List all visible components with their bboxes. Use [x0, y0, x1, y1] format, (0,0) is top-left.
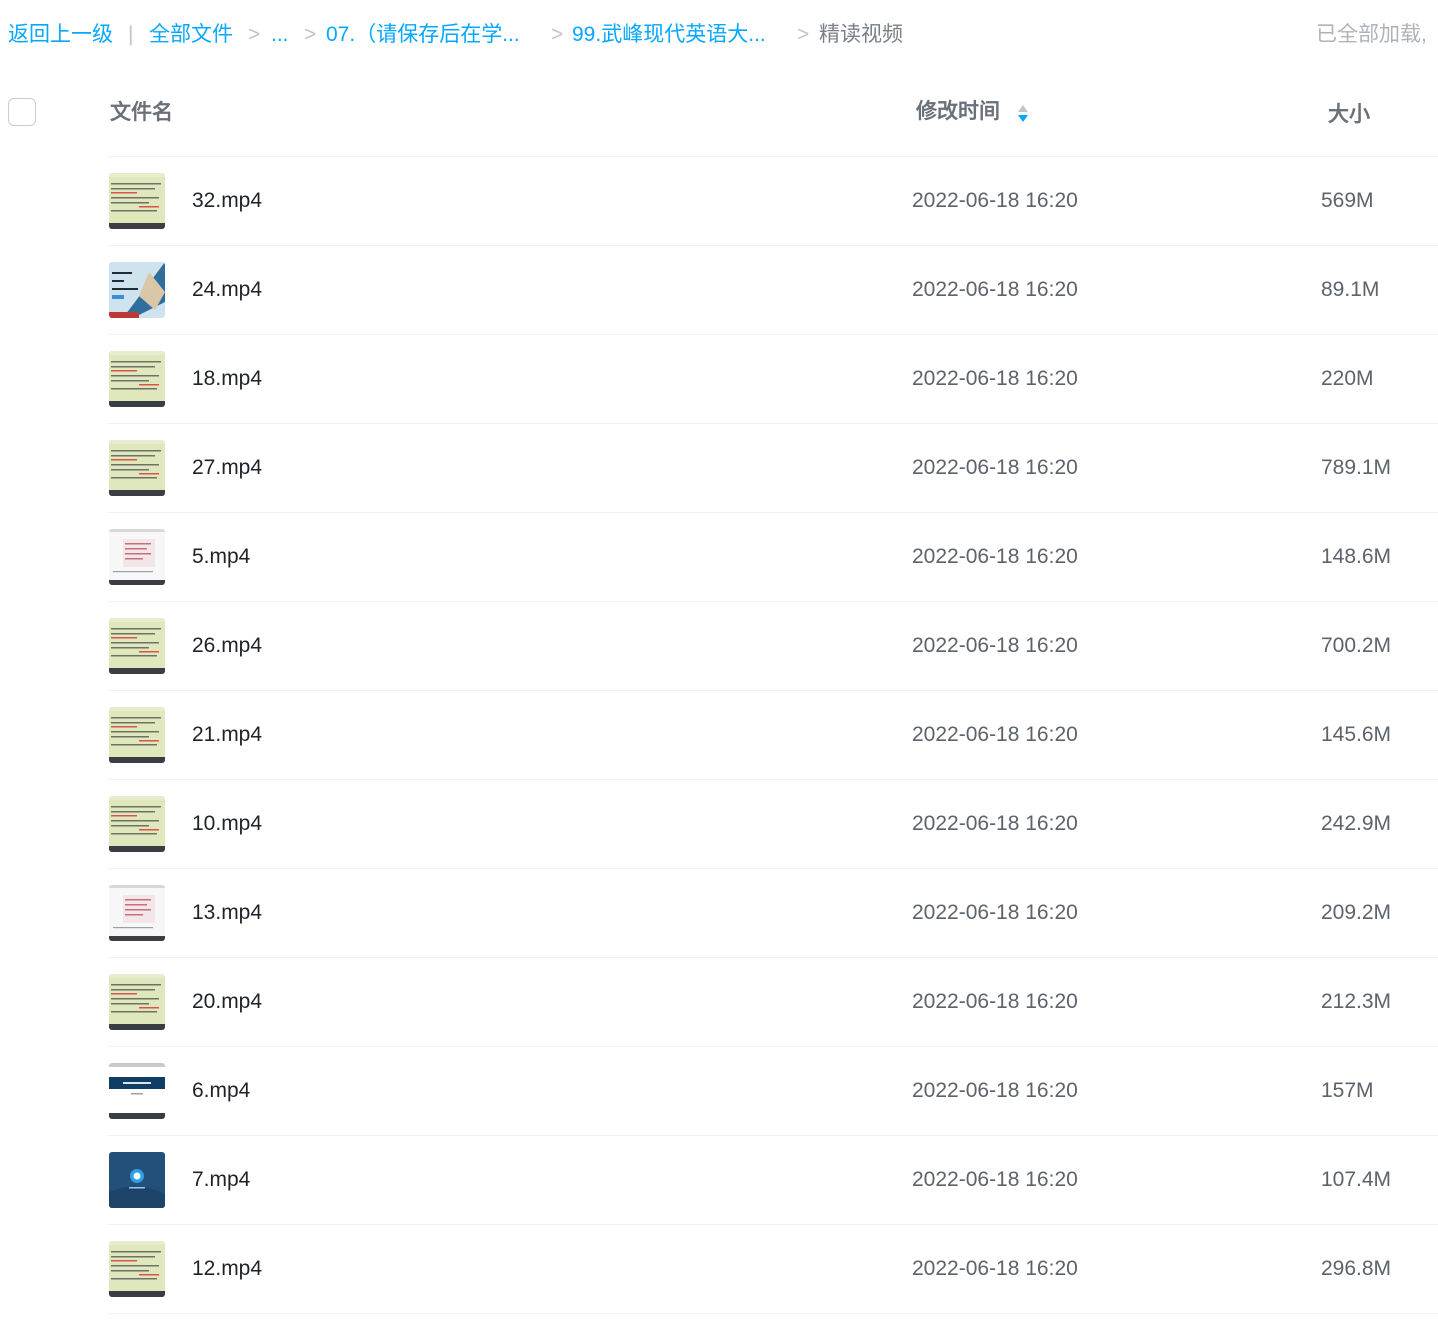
file-name[interactable]: 26.mp4 — [192, 633, 262, 659]
file-size: 148.6M — [1321, 545, 1392, 568]
breadcrumb-separator: > — [304, 23, 317, 46]
breadcrumb-current: 精读视频 — [819, 23, 903, 46]
file-row[interactable]: 26.mp4 2022-06-18 16:20 700.2M — [0, 602, 1438, 691]
file-size: 89.1M — [1321, 278, 1380, 301]
sort-icon[interactable] — [1016, 102, 1030, 124]
file-size: 569M — [1321, 189, 1374, 212]
file-name[interactable]: 24.mp4 — [192, 277, 262, 303]
breadcrumb-divider: | — [128, 23, 134, 46]
back-link[interactable]: 返回上一级 — [8, 20, 113, 50]
video-thumbnail[interactable] — [109, 262, 165, 318]
file-name[interactable]: 6.mp4 — [192, 1078, 250, 1104]
file-list-header: 文件名 修改时间 大小 — [0, 70, 1438, 156]
video-thumbnail[interactable] — [109, 173, 165, 229]
breadcrumb-separator: > — [797, 23, 810, 46]
file-row[interactable]: 13.mp4 2022-06-18 16:20 209.2M — [0, 869, 1438, 958]
video-thumbnail[interactable] — [109, 351, 165, 407]
file-size: 209.2M — [1321, 901, 1392, 924]
breadcrumb-separator: > — [248, 23, 261, 46]
file-row[interactable]: 32.mp4 2022-06-18 16:20 569M — [0, 157, 1438, 246]
column-name-header[interactable]: 文件名 — [110, 100, 173, 126]
file-row[interactable]: 27.mp4 2022-06-18 16:20 789.1M — [0, 424, 1438, 513]
file-size: 789.1M — [1321, 456, 1392, 479]
file-modified-time: 2022-06-18 16:20 — [912, 723, 1078, 746]
file-modified-time: 2022-06-18 16:20 — [912, 545, 1078, 568]
breadcrumb-separator: > — [551, 23, 564, 46]
file-row[interactable]: 24.mp4 2022-06-18 16:20 89.1M — [0, 246, 1438, 335]
video-thumbnail[interactable] — [109, 1063, 165, 1119]
file-size: 107.4M — [1321, 1168, 1392, 1191]
file-modified-time: 2022-06-18 16:20 — [912, 278, 1078, 301]
file-list: 32.mp4 2022-06-18 16:20 569M 24.mp4 2022… — [0, 157, 1438, 1314]
video-thumbnail[interactable] — [109, 974, 165, 1030]
file-size: 212.3M — [1321, 990, 1392, 1013]
file-modified-time: 2022-06-18 16:20 — [912, 634, 1078, 657]
file-row[interactable]: 6.mp4 2022-06-18 16:20 157M — [0, 1047, 1438, 1136]
file-row[interactable]: 18.mp4 2022-06-18 16:20 220M — [0, 335, 1438, 424]
file-name[interactable]: 10.mp4 — [192, 811, 262, 837]
breadcrumb-folder-07[interactable]: 07.（请保存后在学... — [326, 20, 520, 50]
file-name[interactable]: 18.mp4 — [192, 366, 262, 392]
video-thumbnail[interactable] — [109, 529, 165, 585]
breadcrumb-folder-99[interactable]: 99.武峰现代英语大... — [572, 20, 766, 50]
file-row[interactable]: 5.mp4 2022-06-18 16:20 148.6M — [0, 513, 1438, 602]
file-modified-time: 2022-06-18 16:20 — [912, 456, 1078, 479]
file-modified-time: 2022-06-18 16:20 — [912, 812, 1078, 835]
load-status: 已全部加载, — [1316, 23, 1427, 46]
file-name[interactable]: 13.mp4 — [192, 900, 262, 926]
select-all-checkbox[interactable] — [8, 98, 36, 126]
video-thumbnail[interactable] — [109, 707, 165, 763]
file-name[interactable]: 21.mp4 — [192, 722, 262, 748]
file-name[interactable]: 7.mp4 — [192, 1167, 250, 1193]
file-size: 242.9M — [1321, 812, 1392, 835]
file-modified-time: 2022-06-18 16:20 — [912, 1168, 1078, 1191]
file-modified-time: 2022-06-18 16:20 — [912, 189, 1078, 212]
file-modified-time: 2022-06-18 16:20 — [912, 990, 1078, 1013]
file-row[interactable]: 12.mp4 2022-06-18 16:20 296.8M — [0, 1225, 1438, 1314]
video-thumbnail[interactable] — [109, 1241, 165, 1297]
file-name[interactable]: 32.mp4 — [192, 188, 262, 214]
video-thumbnail[interactable] — [109, 440, 165, 496]
file-size: 145.6M — [1321, 723, 1392, 746]
video-thumbnail[interactable] — [109, 885, 165, 941]
column-modified-header[interactable]: 修改时间 — [916, 99, 1000, 125]
breadcrumb: 返回上一级 | 全部文件 > ... > 07.（请保存后在学... > 99.… — [0, 0, 1438, 70]
file-modified-time: 2022-06-18 16:20 — [912, 1257, 1078, 1280]
file-size: 700.2M — [1321, 634, 1392, 657]
breadcrumb-ellipsis[interactable]: ... — [271, 20, 289, 50]
file-name[interactable]: 20.mp4 — [192, 989, 262, 1015]
file-name[interactable]: 12.mp4 — [192, 1256, 262, 1282]
file-size: 296.8M — [1321, 1257, 1392, 1280]
file-row[interactable]: 20.mp4 2022-06-18 16:20 212.3M — [0, 958, 1438, 1047]
file-size: 157M — [1321, 1079, 1374, 1102]
file-name[interactable]: 27.mp4 — [192, 455, 262, 481]
column-size-header[interactable]: 大小 — [1328, 102, 1370, 128]
video-thumbnail[interactable] — [109, 796, 165, 852]
file-name[interactable]: 5.mp4 — [192, 544, 250, 570]
file-modified-time: 2022-06-18 16:20 — [912, 367, 1078, 390]
file-size: 220M — [1321, 367, 1374, 390]
breadcrumb-all-files[interactable]: 全部文件 — [149, 20, 233, 50]
file-row[interactable]: 10.mp4 2022-06-18 16:20 242.9M — [0, 780, 1438, 869]
file-row[interactable]: 21.mp4 2022-06-18 16:20 145.6M — [0, 691, 1438, 780]
video-thumbnail[interactable] — [109, 618, 165, 674]
file-modified-time: 2022-06-18 16:20 — [912, 1079, 1078, 1102]
video-thumbnail[interactable] — [109, 1152, 165, 1208]
file-modified-time: 2022-06-18 16:20 — [912, 901, 1078, 924]
file-row[interactable]: 7.mp4 2022-06-18 16:20 107.4M — [0, 1136, 1438, 1225]
